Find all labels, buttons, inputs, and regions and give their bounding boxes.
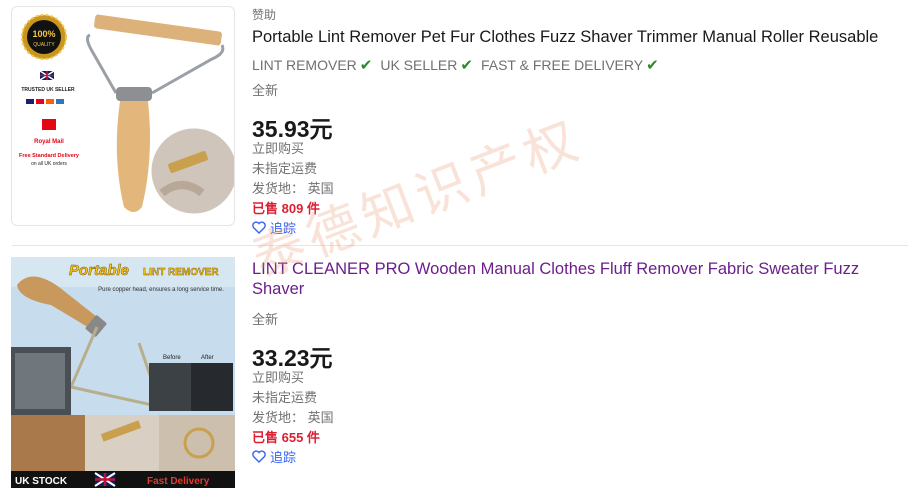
shipping: 未指定运费 xyxy=(252,161,318,176)
check-icon: ✔ xyxy=(646,57,659,74)
promo-footer-right: Fast Delivery xyxy=(147,476,210,487)
buy-format: 立即购买 xyxy=(252,370,305,385)
svg-text:TRUSTED UK SELLER: TRUSTED UK SELLER xyxy=(21,87,75,93)
sold-count: 已售 655 件 xyxy=(252,430,320,445)
watch-label: 追踪 xyxy=(270,450,297,465)
condition: 全新 xyxy=(252,83,279,98)
uk-flag-icon xyxy=(94,472,116,487)
sponsored-label: 赞助 xyxy=(252,8,277,22)
condition: 全新 xyxy=(252,312,279,327)
svg-text:Free Standard Delivery: Free Standard Delivery xyxy=(19,153,80,159)
check-icon: ✔ xyxy=(359,57,373,74)
lint-remover-photo: 100% QUALITY TRUSTED UK SELLER Royal Mai… xyxy=(19,14,234,217)
svg-text:Pure copper head, ensures a lo: Pure copper head, ensures a long service… xyxy=(98,287,224,293)
shipping: 未指定运费 xyxy=(252,390,318,405)
heart-icon xyxy=(252,221,266,234)
watch-button[interactable]: 追踪 xyxy=(252,447,296,466)
promo-footer-left: UK STOCK xyxy=(15,476,68,487)
listing-title[interactable]: LINT CLEANER PRO Wooden Manual Clothes F… xyxy=(252,259,892,299)
item-location: 发货地： 英国 xyxy=(252,181,334,196)
svg-text:QUALITY: QUALITY xyxy=(33,42,55,48)
lint-cleaner-photo: Portable LINT REMOVER Pure copper head, … xyxy=(11,257,235,488)
listing-image[interactable]: 100% QUALITY TRUSTED UK SELLER Royal Mai… xyxy=(11,6,235,226)
svg-text:on all UK orders: on all UK orders xyxy=(31,161,67,167)
listing-card: 100% QUALITY TRUSTED UK SELLER Royal Mai… xyxy=(0,0,918,240)
sold-count: 已售 809 件 xyxy=(252,201,320,216)
buy-format: 立即购买 xyxy=(252,141,305,156)
divider xyxy=(12,245,908,246)
item-location: 发货地： 英国 xyxy=(252,410,334,425)
svg-text:Royal Mail: Royal Mail xyxy=(34,139,64,145)
listing-card: Portable LINT REMOVER Pure copper head, … xyxy=(0,250,918,488)
promo-headline: Portable xyxy=(69,262,129,279)
badge-text: 100% xyxy=(32,29,55,39)
watch-label: 追踪 xyxy=(270,221,297,236)
svg-text:After: After xyxy=(201,355,214,361)
listing-title[interactable]: Portable Lint Remover Pet Fur Clothes Fu… xyxy=(252,27,878,47)
listing-subtitle: LINT REMOVER ✔ UK SELLER ✔ FAST & FREE DEL… xyxy=(252,57,659,74)
check-icon: ✔ xyxy=(460,57,473,74)
svg-text:Before: Before xyxy=(163,355,181,361)
watch-button[interactable]: 追踪 xyxy=(252,218,296,237)
listing-image[interactable]: Portable LINT REMOVER Pure copper head, … xyxy=(11,257,235,488)
svg-text:LINT REMOVER: LINT REMOVER xyxy=(143,267,219,278)
heart-icon xyxy=(252,450,266,463)
